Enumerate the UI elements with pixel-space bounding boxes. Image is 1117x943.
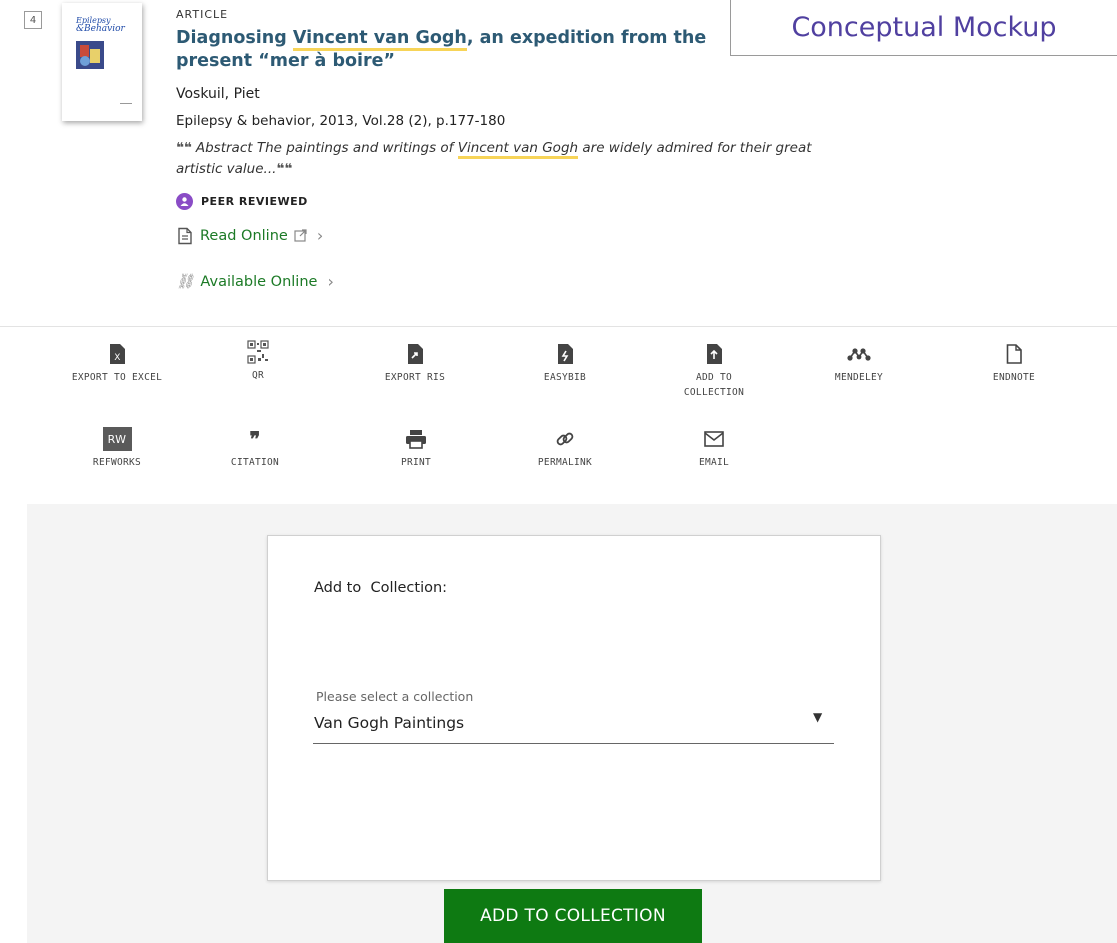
action-label: EASYBIB bbox=[543, 372, 587, 383]
print-button[interactable]: PRINT bbox=[356, 425, 476, 470]
action-label: CITATION bbox=[230, 457, 280, 468]
endnote-button[interactable]: ENDNOTE bbox=[954, 340, 1074, 385]
read-online-link[interactable]: Read Online › bbox=[176, 226, 323, 245]
action-label: ENDNOTE bbox=[992, 372, 1036, 383]
panel-heading: Add to Collection: bbox=[314, 580, 448, 596]
chevron-right-icon: › bbox=[316, 226, 324, 245]
read-online-label: Read Online bbox=[200, 227, 288, 244]
easybib-button[interactable]: EASYBIB bbox=[505, 340, 625, 385]
email-icon bbox=[704, 425, 724, 453]
qr-button[interactable]: QR bbox=[198, 338, 318, 383]
action-label: ADD TO COLLECTION bbox=[683, 372, 745, 398]
quote-close-icon: ❝❝ bbox=[276, 161, 293, 177]
easybib-icon bbox=[557, 340, 573, 368]
abstract-part: are widely admired for their great bbox=[578, 140, 812, 156]
action-label: MENDELEY bbox=[834, 372, 884, 383]
thumbnail-art bbox=[76, 41, 104, 69]
chevron-right-icon: › bbox=[327, 272, 334, 291]
peer-reviewed-badge: PEER REVIEWED bbox=[176, 193, 308, 210]
record-title[interactable]: Diagnosing Vincent van Gogh, an expediti… bbox=[176, 27, 746, 73]
mendeley-icon bbox=[847, 340, 871, 368]
refworks-badge: RW bbox=[102, 427, 132, 451]
endnote-icon bbox=[1006, 340, 1022, 368]
available-online-label: Available Online bbox=[200, 273, 318, 290]
available-online-link[interactable]: ⛓ Available Online › bbox=[176, 272, 334, 291]
action-label: QR bbox=[251, 370, 265, 381]
external-link-icon bbox=[294, 229, 307, 242]
citation-button[interactable]: ❞ CITATION bbox=[195, 425, 315, 470]
abstract-highlight: Vincent van Gogh bbox=[457, 140, 579, 159]
export-excel-button[interactable]: X EXPORT TO EXCEL bbox=[57, 340, 177, 385]
action-label: REFWORKS bbox=[92, 457, 142, 468]
refworks-button[interactable]: RW REFWORKS bbox=[57, 425, 177, 470]
export-ris-icon bbox=[407, 340, 423, 368]
excel-icon: X bbox=[109, 340, 125, 368]
thumbnail-rule bbox=[120, 103, 132, 104]
export-ris-button[interactable]: EXPORT RIS bbox=[355, 340, 475, 385]
link-icon bbox=[555, 425, 575, 453]
journal-thumbnail[interactable]: Epilepsy &Behavior bbox=[62, 3, 142, 121]
record-authors: Voskuil, Piet bbox=[176, 86, 260, 102]
mendeley-button[interactable]: MENDELEY bbox=[799, 340, 919, 385]
action-label: EXPORT TO EXCEL bbox=[71, 372, 163, 383]
document-icon bbox=[178, 227, 192, 244]
abstract-line2: artistic value... bbox=[176, 161, 277, 177]
conceptual-mockup-label: Conceptual Mockup bbox=[730, 0, 1117, 56]
select-underline bbox=[313, 743, 834, 744]
quote-open-icon: ❝❝ bbox=[176, 140, 192, 156]
svg-text:X: X bbox=[114, 353, 120, 363]
peer-reviewed-icon bbox=[176, 193, 193, 210]
peer-reviewed-label: PEER REVIEWED bbox=[201, 195, 308, 208]
print-icon bbox=[405, 425, 427, 453]
add-to-collection-action[interactable]: ADD TO COLLECTION bbox=[654, 340, 774, 400]
email-button[interactable]: EMAIL bbox=[654, 425, 774, 470]
thumbnail-journal-line2: &Behavior bbox=[76, 24, 125, 34]
add-to-collection-button[interactable]: ADD TO COLLECTION bbox=[444, 889, 702, 943]
add-to-collection-icon bbox=[706, 340, 722, 368]
link-icon: ⛓ bbox=[176, 274, 195, 290]
action-label: PERMALINK bbox=[537, 457, 593, 468]
action-label: EXPORT RIS bbox=[384, 372, 446, 383]
qr-icon bbox=[247, 338, 269, 366]
action-label: EMAIL bbox=[698, 457, 730, 468]
collection-select-label: Please select a collection bbox=[316, 689, 474, 704]
refworks-icon: RW bbox=[102, 425, 132, 453]
dropdown-arrow-icon[interactable]: ▼ bbox=[813, 710, 822, 724]
collection-select[interactable]: Van Gogh Paintings bbox=[314, 714, 464, 732]
abstract-part: Abstract The paintings and writings of bbox=[195, 140, 458, 156]
title-line2: present “mer à boire” bbox=[176, 51, 396, 71]
title-part: Diagnosing bbox=[176, 28, 293, 48]
action-label: PRINT bbox=[400, 457, 432, 468]
record-source: Epilepsy & behavior, 2013, Vol.28 (2), p… bbox=[176, 113, 506, 129]
resource-type: ARTICLE bbox=[176, 8, 229, 21]
permalink-button[interactable]: PERMALINK bbox=[505, 425, 625, 470]
title-highlight: Vincent van Gogh bbox=[292, 28, 467, 51]
section-divider bbox=[0, 326, 1117, 327]
result-number: 4 bbox=[24, 11, 42, 29]
record-abstract: ❝❝ Abstract The paintings and writings of… bbox=[176, 138, 1006, 180]
title-part: , an expedition from the bbox=[466, 28, 707, 48]
quote-icon: ❞ bbox=[249, 426, 261, 451]
